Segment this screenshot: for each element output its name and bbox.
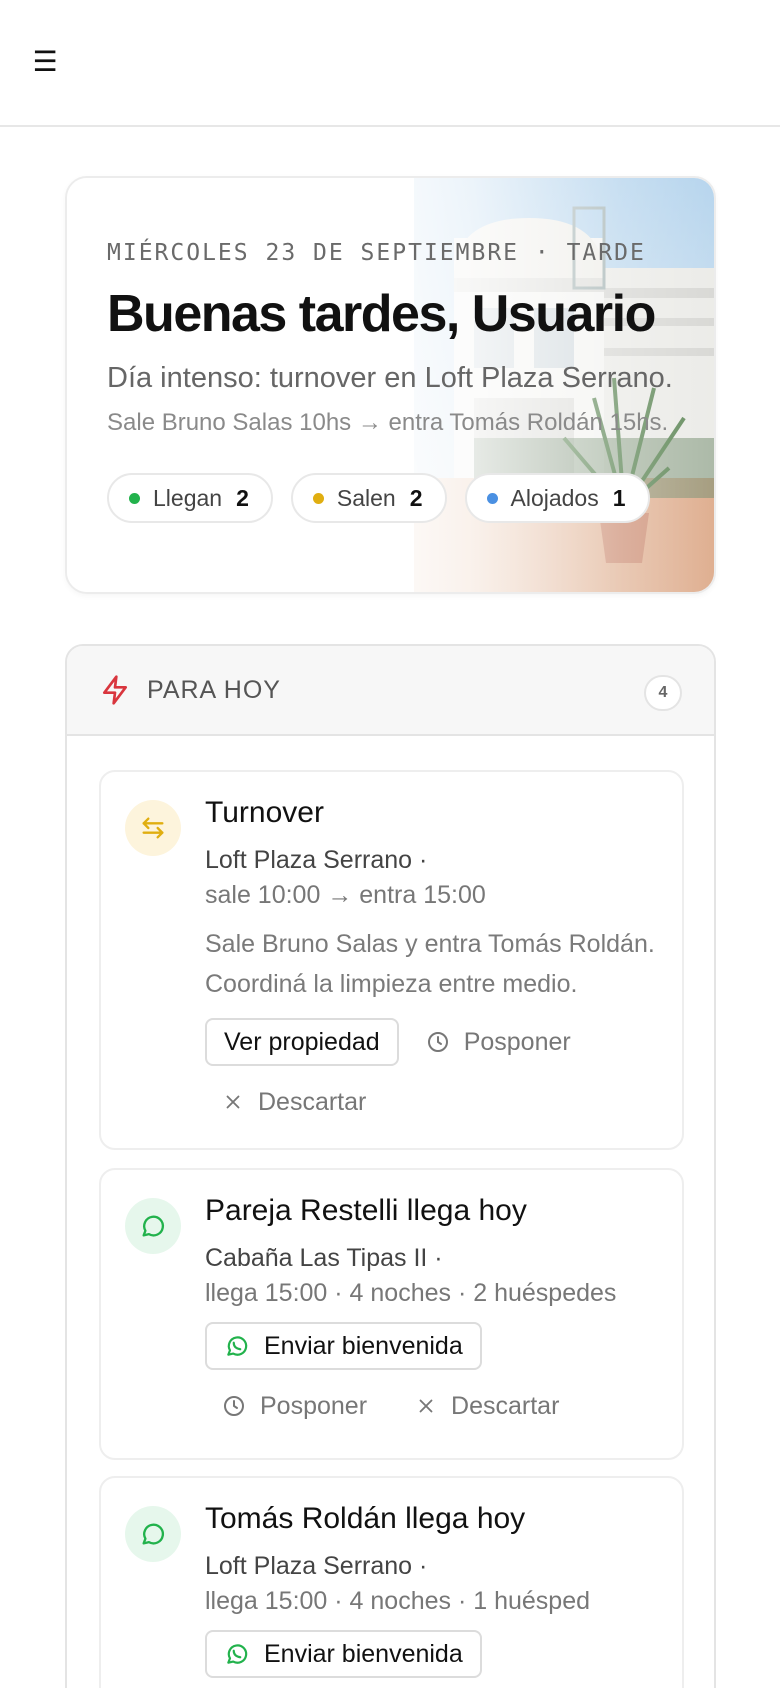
stat-pill-arrivals[interactable]: Llegan 2 bbox=[107, 473, 273, 523]
dismiss-label: Descartar bbox=[451, 1391, 560, 1420]
today-header: PARA HOY 4 bbox=[67, 646, 714, 736]
top-bar: ☰ bbox=[0, 0, 780, 127]
whatsapp-icon bbox=[142, 1215, 165, 1237]
stat-pill-departures[interactable]: Salen 2 bbox=[290, 473, 447, 523]
task-title: Pareja Restelli llega hoy bbox=[205, 1194, 527, 1227]
stat-label: Salen bbox=[336, 484, 396, 511]
task-description: Sale Bruno Salas y entra Tomás Roldán. C… bbox=[205, 930, 655, 998]
greeting-title: Buenas tardes, Usuario bbox=[107, 285, 656, 343]
green-dot-icon bbox=[129, 492, 140, 504]
whatsapp-icon bbox=[142, 1523, 165, 1545]
day-summary: Día intenso: turnover en Loft Plaza Serr… bbox=[107, 362, 673, 394]
stat-count: 2 bbox=[236, 484, 249, 511]
stats-pills: Llegan 2 Salen 2 Alojados 1 bbox=[107, 473, 694, 523]
view-property-button[interactable]: Ver propiedad bbox=[205, 1018, 399, 1066]
task-meta: sale 10:00 → entra 15:00 bbox=[205, 881, 486, 909]
whatsapp-icon bbox=[227, 1644, 248, 1664]
postpone-button[interactable]: Posponer bbox=[205, 1382, 384, 1430]
task-card-turnover: Turnover Loft Plaza Serrano · sale 10:00… bbox=[99, 770, 684, 1150]
send-welcome-button[interactable]: Enviar bienvenida bbox=[205, 1322, 482, 1370]
clock-icon bbox=[224, 1396, 244, 1416]
task-meta: llega 15:00 · 4 noches · 1 huésped bbox=[205, 1587, 590, 1615]
stat-label: Llegan bbox=[153, 484, 223, 511]
task-card-arrival: Tomás Roldán llega hoy Loft Plaza Serran… bbox=[99, 1476, 684, 1688]
dismiss-label: Descartar bbox=[258, 1087, 367, 1116]
send-welcome-label: Enviar bienvenida bbox=[264, 1331, 463, 1360]
task-meta: llega 15:00 · 4 noches · 2 huéspedes bbox=[205, 1279, 617, 1307]
task-property: Loft Plaza Serrano · bbox=[205, 1552, 428, 1580]
stat-count: 2 bbox=[409, 484, 423, 511]
swap-arrows-icon bbox=[142, 817, 164, 839]
postpone-label: Posponer bbox=[463, 1027, 571, 1056]
today-count-badge: 4 bbox=[644, 675, 682, 711]
lightning-icon bbox=[103, 675, 127, 705]
day-detail: Sale Bruno Salas 10hs → entra Tomás Rold… bbox=[107, 409, 669, 436]
yellow-dot-icon bbox=[312, 492, 324, 504]
send-welcome-button[interactable]: Enviar bienvenida bbox=[205, 1630, 482, 1678]
stat-count: 1 bbox=[612, 484, 626, 511]
dismiss-button[interactable]: Descartar bbox=[205, 1078, 383, 1126]
today-title: PARA HOY bbox=[147, 675, 281, 704]
whatsapp-icon-badge bbox=[125, 1198, 181, 1254]
blue-dot-icon bbox=[486, 492, 498, 504]
postpone-button[interactable]: Posponer bbox=[409, 1018, 588, 1066]
task-title: Tomás Roldán llega hoy bbox=[205, 1502, 526, 1535]
hamburger-menu-icon[interactable]: ☰ bbox=[30, 46, 60, 77]
whatsapp-icon bbox=[227, 1336, 248, 1356]
close-icon bbox=[226, 1095, 240, 1109]
greeting-card: MIÉRCOLES 23 DE SEPTIEMBRE · TARDE Buena… bbox=[65, 176, 716, 594]
send-welcome-label: Enviar bienvenida bbox=[264, 1639, 463, 1668]
stat-pill-staying[interactable]: Alojados 1 bbox=[464, 473, 650, 523]
task-card-arrival: Pareja Restelli llega hoy Cabaña Las Tip… bbox=[99, 1168, 684, 1460]
close-icon bbox=[419, 1399, 433, 1413]
clock-icon bbox=[427, 1032, 448, 1052]
postpone-label: Posponer bbox=[260, 1391, 368, 1420]
task-property: Loft Plaza Serrano · bbox=[205, 846, 428, 874]
turnover-icon-badge bbox=[125, 800, 181, 856]
today-panel: PARA HOY 4 Turnover Loft Plaza Serrano ·… bbox=[65, 644, 716, 1688]
dismiss-button[interactable]: Descartar bbox=[398, 1382, 576, 1430]
task-title: Turnover bbox=[205, 796, 324, 829]
task-property: Cabaña Las Tipas II · bbox=[205, 1244, 443, 1272]
date-label: MIÉRCOLES 23 DE SEPTIEMBRE · TARDE bbox=[107, 240, 646, 266]
whatsapp-icon-badge bbox=[125, 1506, 181, 1562]
stat-label: Alojados bbox=[510, 484, 599, 511]
